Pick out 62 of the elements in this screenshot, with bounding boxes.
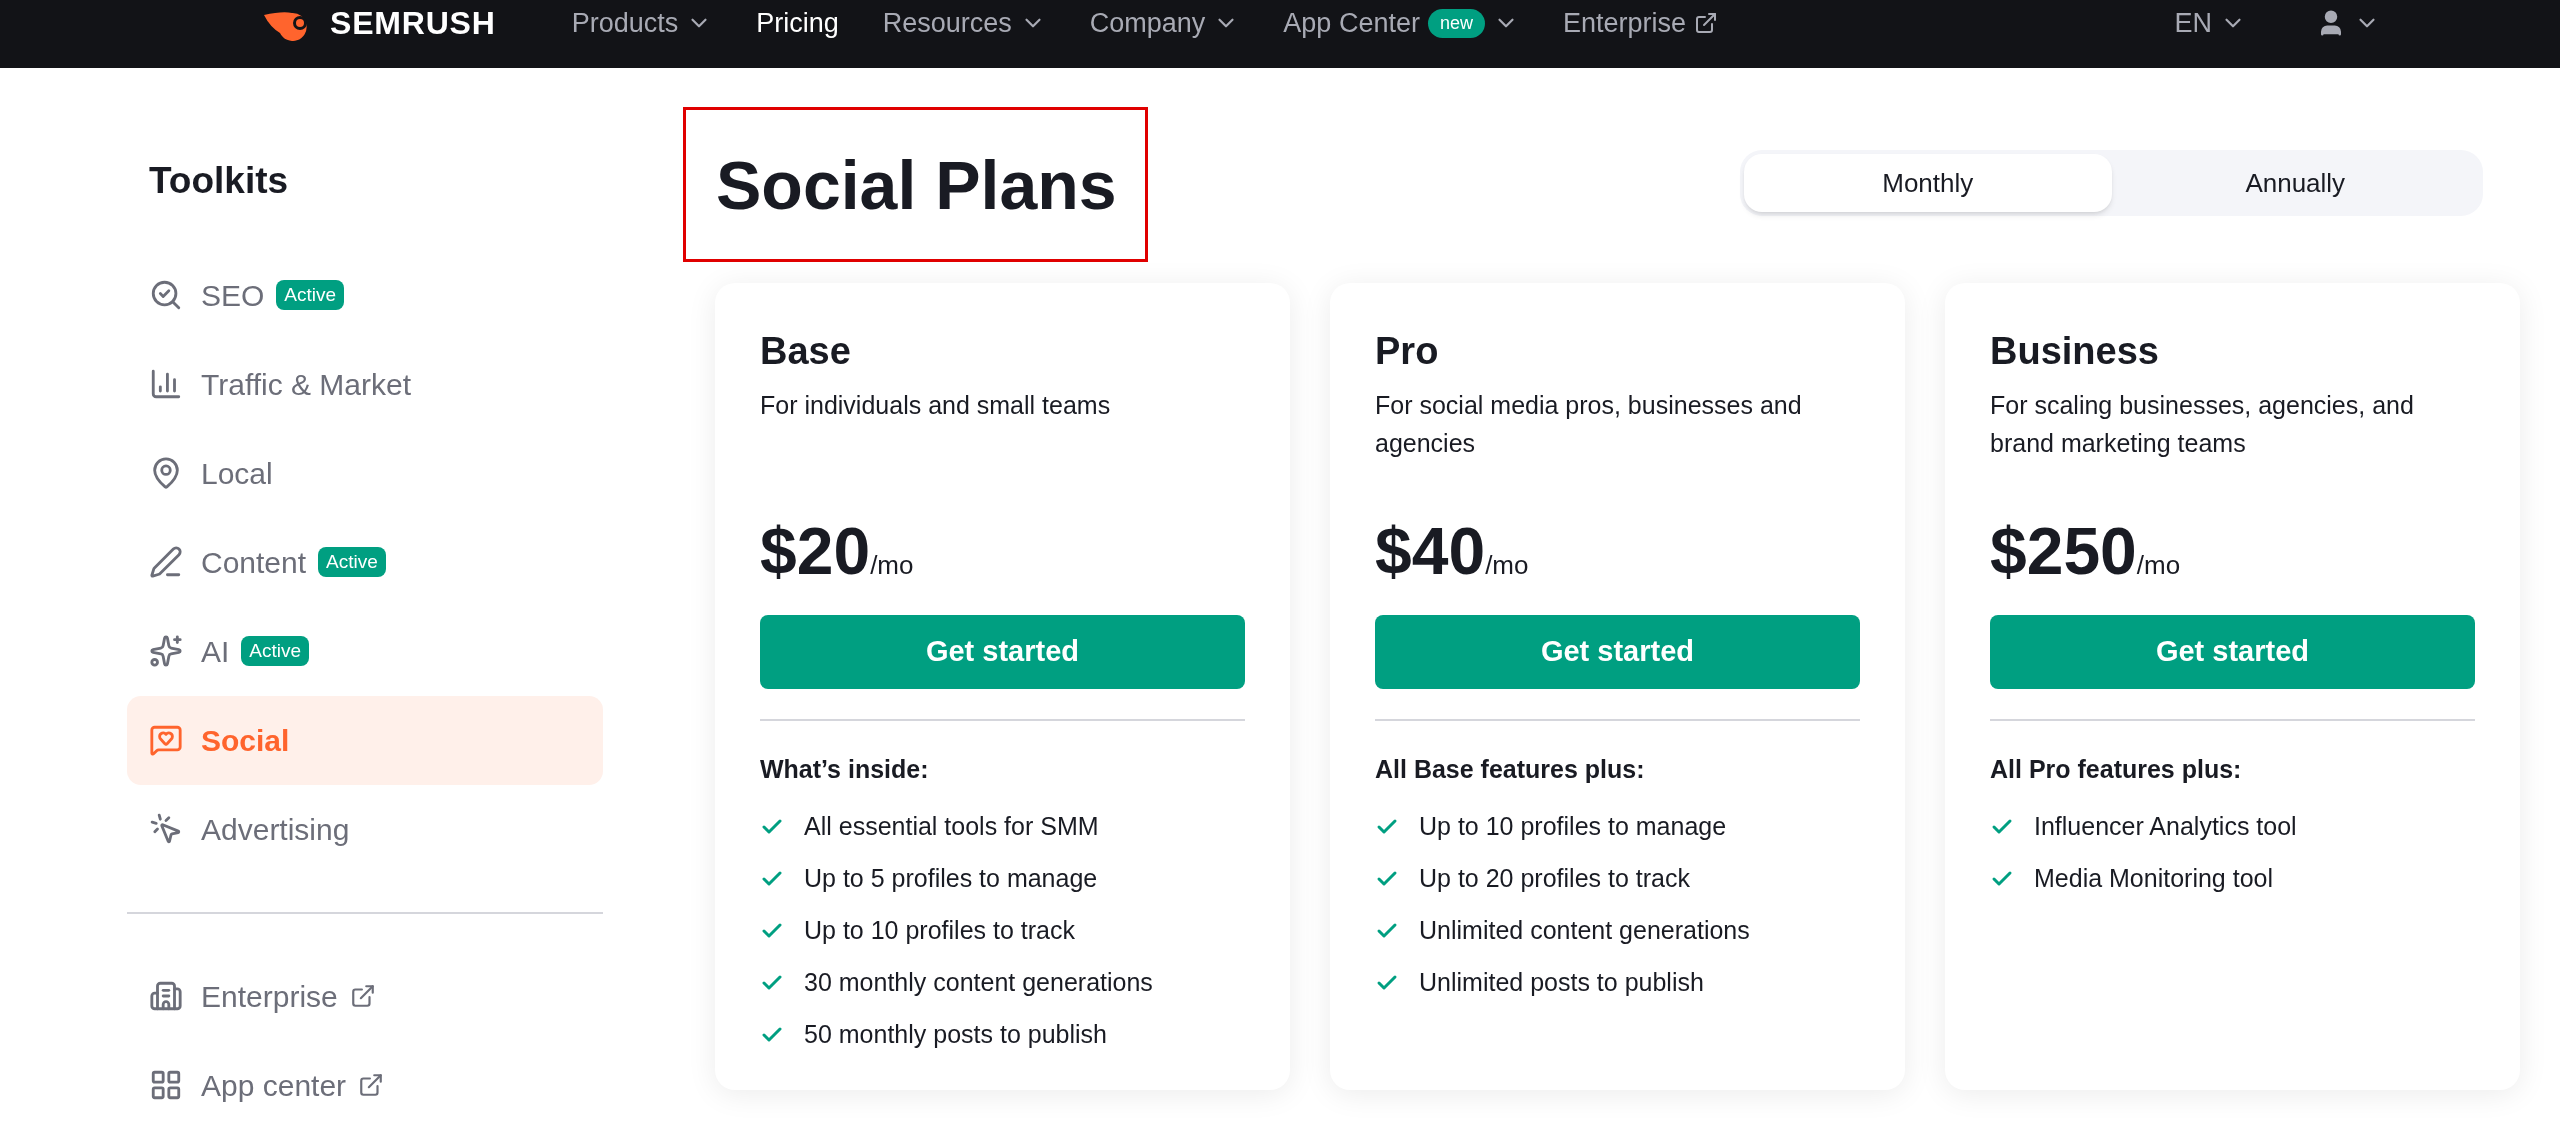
active-badge: Active bbox=[241, 635, 310, 667]
plan-price: $250 bbox=[1990, 513, 2137, 590]
grid-icon bbox=[149, 1068, 183, 1102]
feature-text: Unlimited posts to publish bbox=[1419, 966, 1704, 998]
page-title: Social Plans bbox=[716, 145, 1117, 225]
features-heading: All Pro features plus: bbox=[1990, 754, 2243, 785]
feature-text: All essential tools for SMM bbox=[804, 810, 1099, 842]
plan-name: Pro bbox=[1375, 329, 1440, 374]
plan-price: $40 bbox=[1375, 513, 1486, 590]
price-period: /mo bbox=[2136, 550, 2181, 582]
nav-link[interactable]: Company bbox=[1089, 2, 1240, 44]
sidebar-item[interactable]: AI Active bbox=[127, 606, 603, 696]
feature-text: Unlimited content generations bbox=[1419, 914, 1750, 946]
sidebar-item[interactable]: SEO Active bbox=[127, 250, 603, 340]
sparkles-icon bbox=[149, 634, 183, 668]
nav-link[interactable]: App Center new bbox=[1283, 2, 1519, 44]
plan-price: $20 bbox=[760, 513, 871, 590]
pen-icon bbox=[149, 545, 183, 579]
get-started-button[interactable]: Get started bbox=[1375, 615, 1860, 689]
billing-option[interactable]: Monthly bbox=[1744, 154, 2112, 212]
nav-link[interactable]: Enterprise bbox=[1562, 2, 1719, 44]
nav-link[interactable]: Products bbox=[571, 2, 713, 44]
sidebar-link[interactable]: App center bbox=[127, 1040, 603, 1122]
language-selector[interactable]: EN bbox=[2174, 2, 2246, 44]
active-badge: Active bbox=[276, 279, 345, 311]
feature-text: 30 monthly content generations bbox=[804, 966, 1153, 998]
active-badge: Active bbox=[318, 546, 386, 578]
plan-name: Business bbox=[1990, 329, 2160, 374]
logo-wordmark: SEMRUSH bbox=[330, 4, 496, 43]
bar-chart-icon bbox=[149, 367, 183, 401]
feature-text: 50 monthly posts to publish bbox=[804, 1018, 1107, 1050]
feature-text: Influencer Analytics tool bbox=[2034, 810, 2297, 842]
building-icon bbox=[149, 979, 183, 1013]
nav-link[interactable]: Pricing bbox=[756, 2, 839, 44]
feature-text: Media Monitoring tool bbox=[2034, 862, 2273, 894]
feature-text: Up to 20 profiles to track bbox=[1419, 862, 1690, 894]
plan-description: For scaling businesses, agencies, and brand marketing teams bbox=[1990, 390, 2415, 459]
plan-description: For individuals and small teams bbox=[760, 390, 1112, 421]
nav-link[interactable]: Resources bbox=[882, 2, 1046, 44]
plan-description: For social media pros, businesses and agencies bbox=[1375, 390, 1803, 459]
sidebar-title: Toolkits bbox=[148, 159, 290, 203]
features-heading: What’s inside: bbox=[760, 754, 930, 785]
cursor-click-icon bbox=[149, 812, 183, 846]
magnifier-icon bbox=[149, 278, 183, 312]
sidebar-item[interactable]: Advertising bbox=[127, 784, 603, 874]
feature-text: Up to 10 profiles to track bbox=[804, 914, 1075, 946]
sidebar-link[interactable]: Enterprise bbox=[127, 951, 603, 1041]
sidebar-item[interactable]: Local bbox=[127, 428, 603, 518]
price-period: /mo bbox=[1485, 550, 1529, 582]
new-badge: new bbox=[1427, 8, 1485, 38]
get-started-button[interactable]: Get started bbox=[760, 615, 1245, 689]
billing-option[interactable]: Annually bbox=[2111, 154, 2479, 212]
feature-text: Up to 10 profiles to manage bbox=[1419, 810, 1727, 842]
features-heading: All Base features plus: bbox=[1375, 754, 1646, 785]
price-period: /mo bbox=[870, 550, 914, 582]
sidebar-item[interactable]: Content Active bbox=[127, 517, 603, 607]
get-started-button[interactable]: Get started bbox=[1990, 615, 2475, 689]
feature-text: Up to 5 profiles to manage bbox=[804, 862, 1098, 894]
sidebar-item[interactable]: Traffic & Market bbox=[127, 339, 603, 429]
plan-name: Base bbox=[760, 329, 852, 374]
sidebar-item[interactable]: Social bbox=[127, 695, 603, 785]
heart-bubble-icon bbox=[149, 723, 183, 757]
